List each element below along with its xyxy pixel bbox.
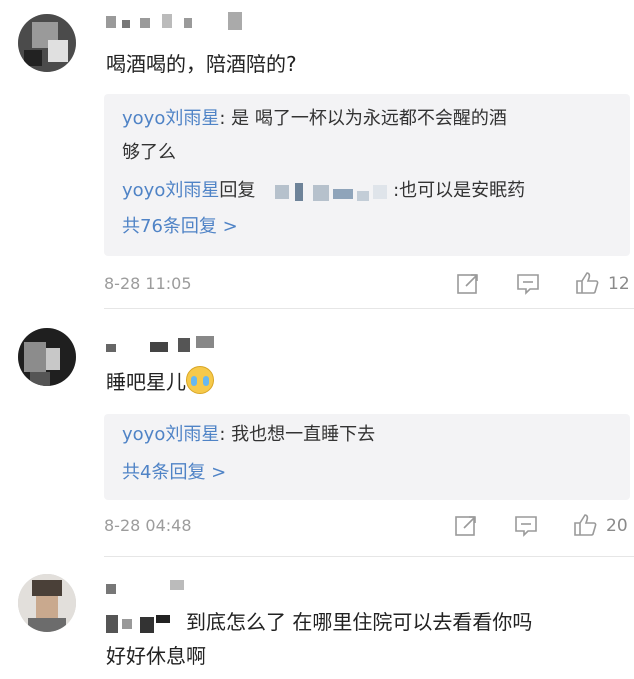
comment-item-2: 睡吧星儿 yoyo刘雨星: 我也想一直睡下去 共4条回复 > 8-28 04:4… [0,310,634,555]
avatar[interactable] [18,14,76,72]
reply-author-link[interactable]: yoyo刘雨星 [122,108,219,129]
timestamp: 8-28 11:05 [104,274,192,293]
comment-text: 到底怎么了 在哪里住院可以去看看你吗 [106,608,532,636]
username-pixelated[interactable] [106,578,196,600]
comment-icon[interactable] [515,271,541,297]
thumbs-up-icon[interactable] [574,270,600,296]
divider [104,556,634,557]
avatar[interactable] [18,574,76,632]
comment-text-continued: 好好休息啊 [106,644,206,668]
username-pixelated[interactable] [106,10,246,32]
comment-item-1: 喝酒喝的，陪酒陪的? yoyo刘雨星: 是 喝了一杯以为永远都不会醒的酒 够了么… [0,0,634,310]
reply-box[interactable]: yoyo刘雨星: 我也想一直睡下去 共4条回复 > [104,414,630,500]
comment-text: 睡吧星儿 [106,366,214,396]
reply-line: yoyo刘雨星回复 :也可以是安眠药 [122,180,526,201]
divider [104,308,634,309]
reply-author-link[interactable]: yoyo刘雨星 [122,424,219,445]
avatar[interactable] [18,328,76,386]
pixelated-username [261,181,393,201]
view-more-replies-link[interactable]: 共4条回复 > [122,460,226,486]
reply-text: 我也想一直睡下去 [231,424,376,445]
username-pixelated[interactable] [106,336,226,358]
comment-icon[interactable] [513,513,539,539]
reply-text: :也可以是安眠药 [393,180,526,201]
pixelated-mention [106,613,186,635]
comment-text: 喝酒喝的，陪酒陪的? [106,52,297,76]
reply-line: yoyo刘雨星: 我也想一直睡下去 [122,424,376,445]
comment-item-3: 到底怎么了 在哪里住院可以去看看你吗 好好休息啊 [0,558,634,679]
like-count: 12 [608,274,630,294]
reply-line: yoyo刘雨星: 是 喝了一杯以为永远都不会醒的酒 [122,108,507,129]
reply-author-link[interactable]: yoyo刘雨星 [122,180,219,201]
share-icon[interactable] [455,271,481,297]
reply-line-continued: 够了么 [122,142,176,163]
thumbs-up-icon[interactable] [572,512,598,538]
reply-text: 是 喝了一杯以为永远都不会醒的酒 [231,108,507,129]
crying-emoji-icon [186,366,214,394]
reply-box[interactable]: yoyo刘雨星: 是 喝了一杯以为永远都不会醒的酒 够了么 yoyo刘雨星回复 … [104,94,630,256]
timestamp: 8-28 04:48 [104,516,192,535]
view-more-replies-link[interactable]: 共76条回复 > [122,214,238,240]
like-count: 20 [606,516,628,536]
share-icon[interactable] [453,513,479,539]
